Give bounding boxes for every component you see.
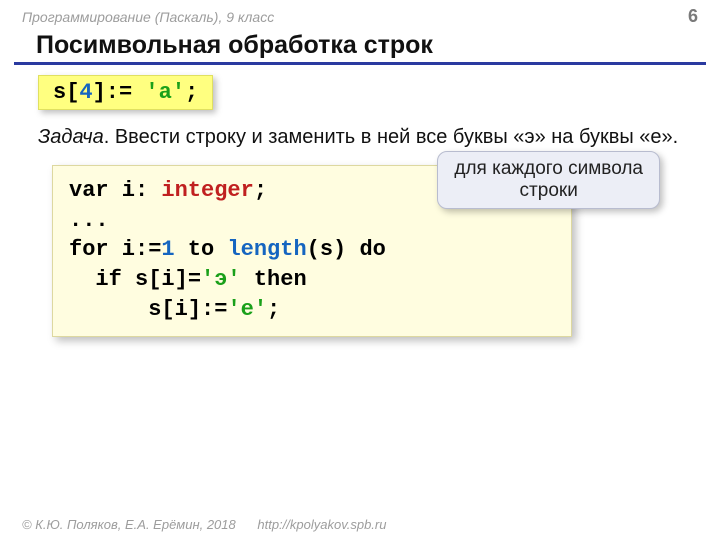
inline-code-assignment: s[4]:= 'a'; bbox=[38, 75, 213, 110]
code-type: integer bbox=[161, 178, 253, 203]
code-frag: then bbox=[241, 267, 307, 292]
code-frag: var i: bbox=[69, 178, 161, 203]
code-frag: ; bbox=[185, 80, 198, 105]
code-frag: (s) do bbox=[307, 237, 386, 262]
task-body: . Ввести строку и заменить в ней все бук… bbox=[104, 126, 679, 148]
code-frag: ... bbox=[69, 208, 109, 233]
footer: © К.Ю. Поляков, Е.А. Ерёмин, 2018 http:/… bbox=[22, 517, 386, 532]
code-frag: ; bbox=[267, 297, 280, 322]
footer-url: http://kpolyakov.spb.ru bbox=[257, 517, 386, 532]
code-frag: if s[i]= bbox=[69, 267, 201, 292]
code-fn: length bbox=[227, 237, 306, 262]
code-block-container: var i: integer; ... for i:=1 to length(s… bbox=[52, 165, 572, 337]
page-number: 6 bbox=[688, 6, 698, 27]
task-label: Задача bbox=[38, 126, 104, 148]
code-literal: 'a' bbox=[145, 80, 185, 105]
course-label: Программирование (Паскаль), 9 класс bbox=[22, 9, 274, 25]
code-frag: s[ bbox=[53, 80, 79, 105]
code-frag: ]:= bbox=[93, 80, 146, 105]
header-row: Программирование (Паскаль), 9 класс 6 bbox=[0, 0, 720, 27]
page-title: Посимвольная обработка строк bbox=[14, 27, 706, 65]
code-frag: to bbox=[175, 237, 228, 262]
callout-line: для каждого символа bbox=[454, 158, 643, 180]
code-literal: 'е' bbox=[227, 297, 267, 322]
callout-note: для каждого символа строки bbox=[437, 151, 660, 209]
code-num: 1 bbox=[161, 237, 174, 262]
footer-authors: © К.Ю. Поляков, Е.А. Ерёмин, 2018 bbox=[22, 517, 236, 532]
code-index: 4 bbox=[79, 80, 92, 105]
callout-line: строки bbox=[454, 180, 643, 202]
code-frag: s[i]:= bbox=[69, 297, 227, 322]
code-frag: ; bbox=[254, 178, 267, 203]
code-frag: for i:= bbox=[69, 237, 161, 262]
code-literal: 'э' bbox=[201, 267, 241, 292]
